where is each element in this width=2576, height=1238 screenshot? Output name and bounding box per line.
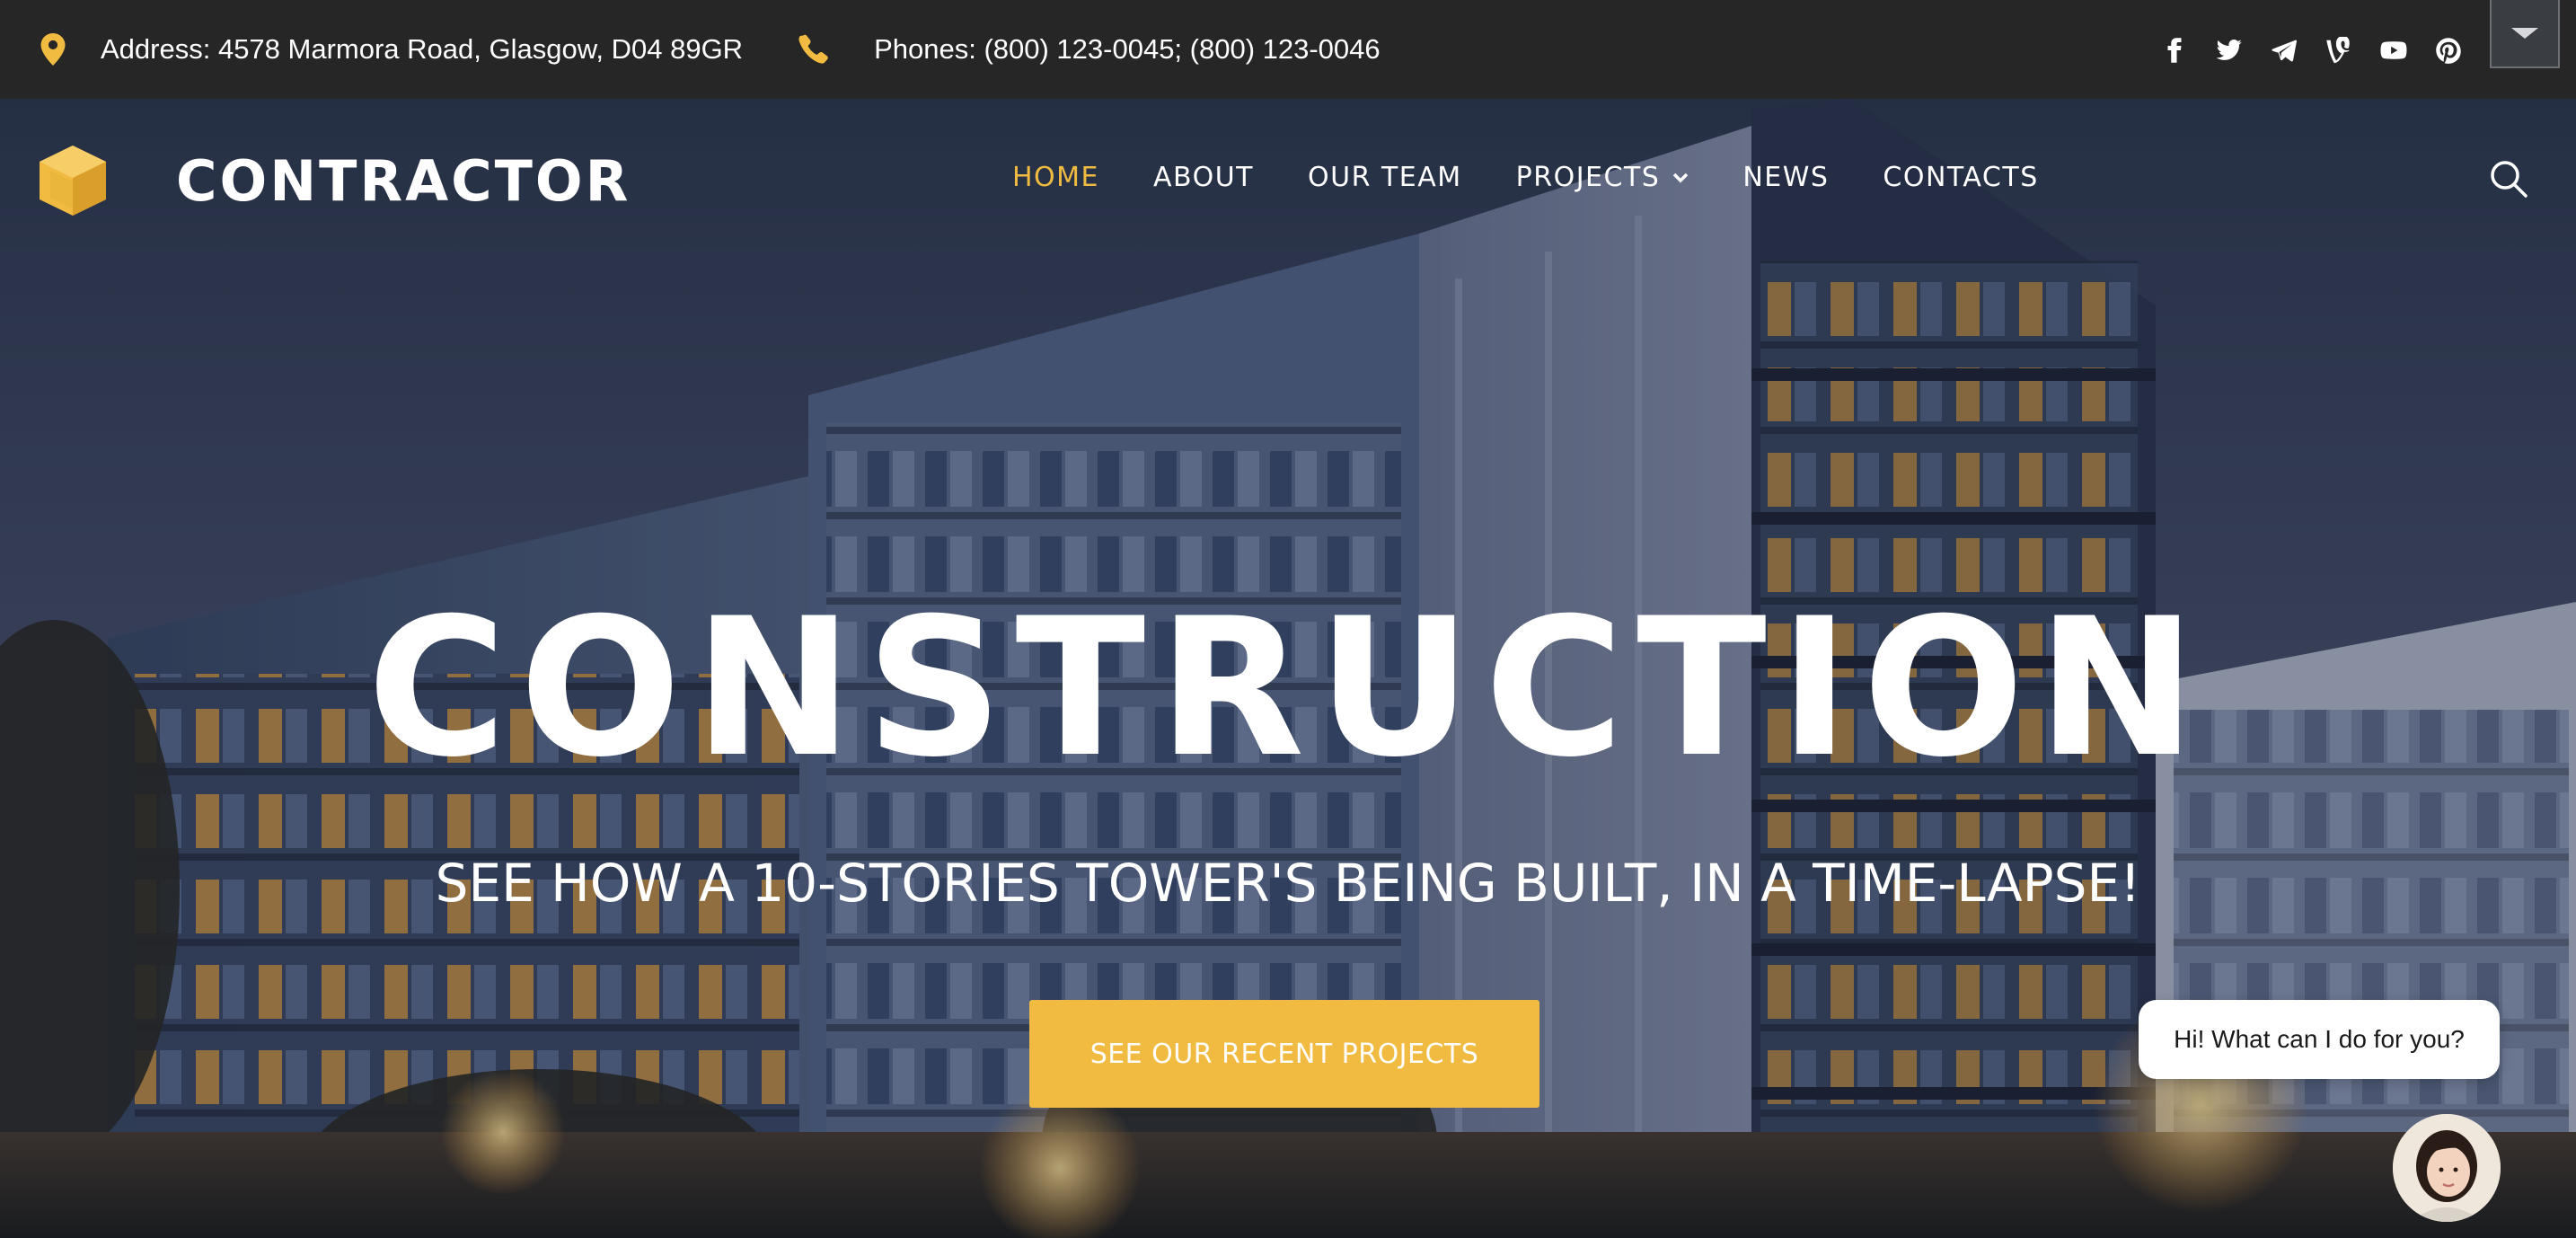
search-icon[interactable] bbox=[2488, 158, 2529, 199]
map-pin-icon bbox=[40, 33, 66, 66]
vine-icon[interactable] bbox=[2319, 31, 2359, 70]
twitter-icon[interactable] bbox=[2210, 31, 2249, 70]
nav-news[interactable]: NEWS bbox=[1742, 162, 1829, 193]
panel-toggle-button[interactable] bbox=[2490, 0, 2560, 68]
chat-greeting-text: Hi! What can I do for you? bbox=[2174, 1025, 2465, 1053]
nav-home[interactable]: HOME bbox=[1012, 162, 1099, 193]
chevron-down-icon bbox=[1673, 172, 1689, 182]
facebook-icon[interactable] bbox=[2155, 31, 2194, 70]
top-info-bar: Address: 4578 Marmora Road, Glasgow, D04… bbox=[0, 0, 2576, 99]
phones-text: Phones: (800) 123-0045; (800) 123-0046 bbox=[874, 33, 1381, 65]
address-info: Address: 4578 Marmora Road, Glasgow, D04… bbox=[40, 33, 743, 66]
nav-contacts[interactable]: CONTACTS bbox=[1883, 162, 2038, 193]
main-header: CONTRACTOR HOME ABOUT OUR TEAM PROJECTS … bbox=[0, 99, 2576, 261]
pinterest-icon[interactable] bbox=[2429, 31, 2468, 70]
youtube-icon[interactable] bbox=[2374, 31, 2413, 70]
brand-name: CONTRACTOR bbox=[176, 147, 631, 214]
chevron-down-icon bbox=[2511, 28, 2538, 39]
chat-greeting-bubble[interactable]: Hi! What can I do for you? bbox=[2139, 1000, 2500, 1079]
address-text: Address: 4578 Marmora Road, Glasgow, D04… bbox=[101, 33, 744, 65]
social-links bbox=[2139, 31, 2468, 70]
nav-projects[interactable]: PROJECTS bbox=[1516, 162, 1689, 193]
hero-title: CONSTRUCTION bbox=[366, 577, 2210, 799]
nav-projects-label: PROJECTS bbox=[1515, 162, 1661, 193]
main-nav: HOME ABOUT OUR TEAM PROJECTS NEWS CONTAC… bbox=[1012, 162, 2093, 193]
phone-icon bbox=[798, 34, 828, 64]
site-logo[interactable]: CONTRACTOR bbox=[38, 144, 631, 217]
cube-logo-icon bbox=[40, 146, 106, 216]
phone-info: Phones: (800) 123-0045; (800) 123-0046 bbox=[797, 33, 1381, 66]
chat-avatar[interactable] bbox=[2393, 1114, 2501, 1222]
telegram-icon[interactable] bbox=[2264, 31, 2304, 70]
nav-about[interactable]: ABOUT bbox=[1153, 162, 1254, 193]
nav-our-team[interactable]: OUR TEAM bbox=[1308, 162, 1462, 193]
assistant-avatar-icon bbox=[2393, 1114, 2501, 1222]
hero-subtitle: SEE HOW A 10-STORIES TOWER'S BEING BUILT… bbox=[435, 853, 2141, 914]
see-projects-button[interactable]: SEE OUR RECENT PROJECTS bbox=[1029, 1000, 1539, 1108]
